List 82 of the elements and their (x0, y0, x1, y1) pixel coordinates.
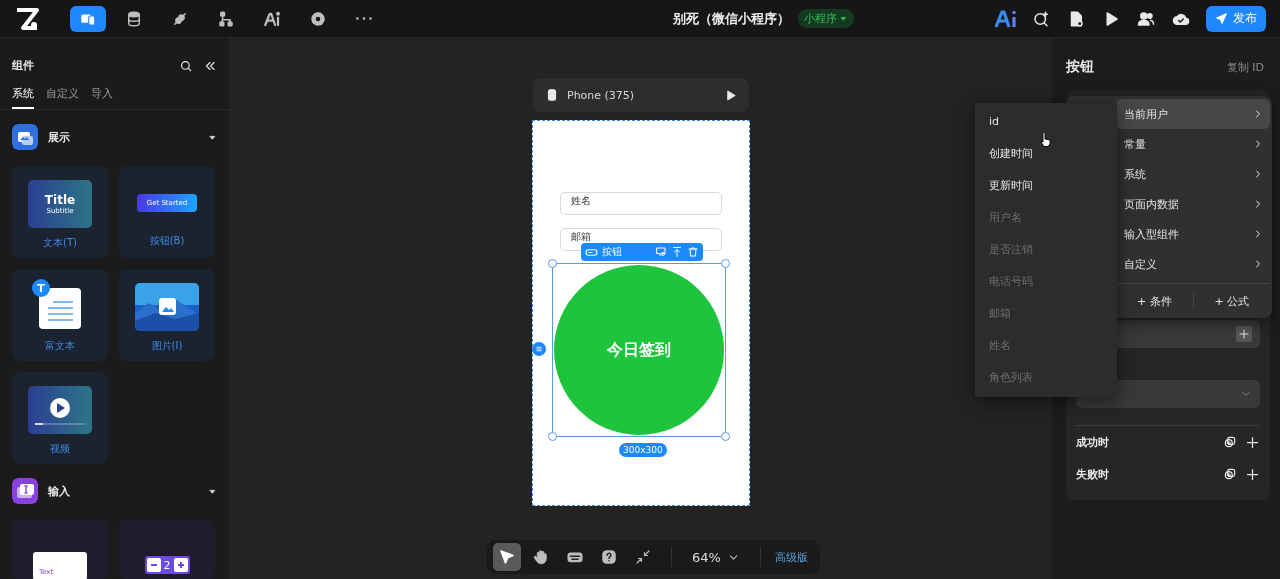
plus-icon (1245, 466, 1260, 482)
text-badge: T (32, 279, 50, 297)
component-label: 图片(I) (151, 339, 183, 353)
hand-icon (532, 548, 550, 566)
category-title: 输入 (48, 483, 71, 499)
tab[interactable]: 自定义 (46, 85, 79, 109)
pointer-icon (498, 548, 516, 566)
menu-item[interactable]: 创建时间 (975, 137, 1117, 169)
input-category-icon (12, 478, 38, 504)
category-title: 展示 (48, 129, 71, 145)
phone-icon (545, 88, 559, 102)
move-to-top-icon (671, 246, 683, 258)
image-category-icon (12, 124, 38, 150)
add-button[interactable]: + 公式 (1193, 292, 1270, 310)
stepper-preview: 2 (144, 556, 190, 574)
database-icon (125, 9, 143, 28)
plus-icon (1238, 328, 1250, 340)
panel-title: 按钮 (1066, 58, 1095, 76)
flow-icon (217, 9, 235, 28)
event-label: 失败时 (1076, 466, 1110, 482)
ai-icon (263, 9, 281, 28)
add-copy-icon (1223, 435, 1237, 449)
component-card[interactable]: T 富文本 (12, 269, 108, 361)
preview-title: Title (44, 193, 76, 207)
help-icon (600, 548, 618, 566)
component-label: 富文本 (45, 339, 75, 353)
device-name: Phone (375) (567, 88, 636, 102)
menu-item[interactable]: 当前用户 (1116, 99, 1270, 129)
event-label: 成功时 (1076, 434, 1110, 450)
caret-icon (838, 14, 848, 23)
component-card[interactable]: 视频 (12, 372, 108, 464)
lines-icon (534, 344, 544, 354)
comment-icon (655, 246, 667, 258)
panel-title: 组件 (12, 58, 35, 73)
video-preview-icon (28, 386, 92, 434)
component-label: 文本(T) (43, 236, 77, 250)
ai-icon (994, 8, 1018, 29)
platform-dropdown[interactable]: 小程序 (797, 9, 854, 28)
menu-item[interactable]: 常量 (1116, 129, 1270, 159)
zoom-dropdown[interactable]: 64% (686, 548, 746, 566)
resize-handle[interactable] (548, 259, 557, 268)
search-icon (179, 58, 193, 73)
search-icon (1032, 9, 1050, 28)
delete-icon (687, 246, 699, 258)
users-icon (1137, 9, 1155, 28)
select-tool[interactable] (493, 543, 521, 571)
component-label: 按钮(B) (149, 234, 185, 248)
pages-nav-button[interactable] (70, 5, 106, 32)
play-icon (724, 88, 737, 102)
menu-item[interactable]: 更新时间 (975, 169, 1117, 201)
drag-handle[interactable] (532, 342, 546, 356)
add-button[interactable]: + 条件 (1116, 292, 1193, 310)
size-badge: 300x300 (619, 443, 667, 457)
menu-item[interactable]: 自定义 (1116, 249, 1270, 279)
tab[interactable]: 系统 (12, 85, 34, 109)
publish-button[interactable]: 发布 (1206, 5, 1266, 32)
upgrade-link[interactable]: 高级版 (774, 549, 814, 565)
menu-item[interactable]: id (975, 105, 1117, 137)
resize-handle[interactable] (548, 432, 557, 441)
component-card[interactable]: 图片(I) (119, 269, 215, 361)
device-bar[interactable]: Phone (375) (533, 78, 749, 112)
hand-cursor-icon (1040, 132, 1052, 147)
minus-icon (146, 558, 161, 572)
component-card[interactable]: 2 (119, 520, 215, 579)
logo-icon[interactable] (14, 5, 40, 32)
resize-handle[interactable] (721, 259, 730, 268)
component-label: 视频 (50, 442, 70, 456)
menu-item[interactable]: 输入型组件 (1116, 219, 1270, 249)
project-title: 别死（微信小程序） (672, 9, 790, 28)
copy-id-button[interactable]: 复制 ID (1220, 58, 1270, 76)
resize-handle[interactable] (721, 432, 730, 441)
plus-icon (173, 558, 188, 572)
plus-icon (1245, 434, 1260, 450)
add-copy-icon (1223, 467, 1237, 481)
shrink-icon (634, 548, 652, 566)
send-icon (1215, 12, 1228, 25)
settings-icon (309, 9, 327, 28)
input-field[interactable]: 姓名 (560, 192, 722, 215)
menu-item[interactable]: 系统 (1116, 159, 1270, 189)
tab[interactable]: 导入 (91, 85, 113, 109)
more-icon (356, 17, 372, 20)
menu-item[interactable]: 页面内数据 (1116, 189, 1270, 219)
